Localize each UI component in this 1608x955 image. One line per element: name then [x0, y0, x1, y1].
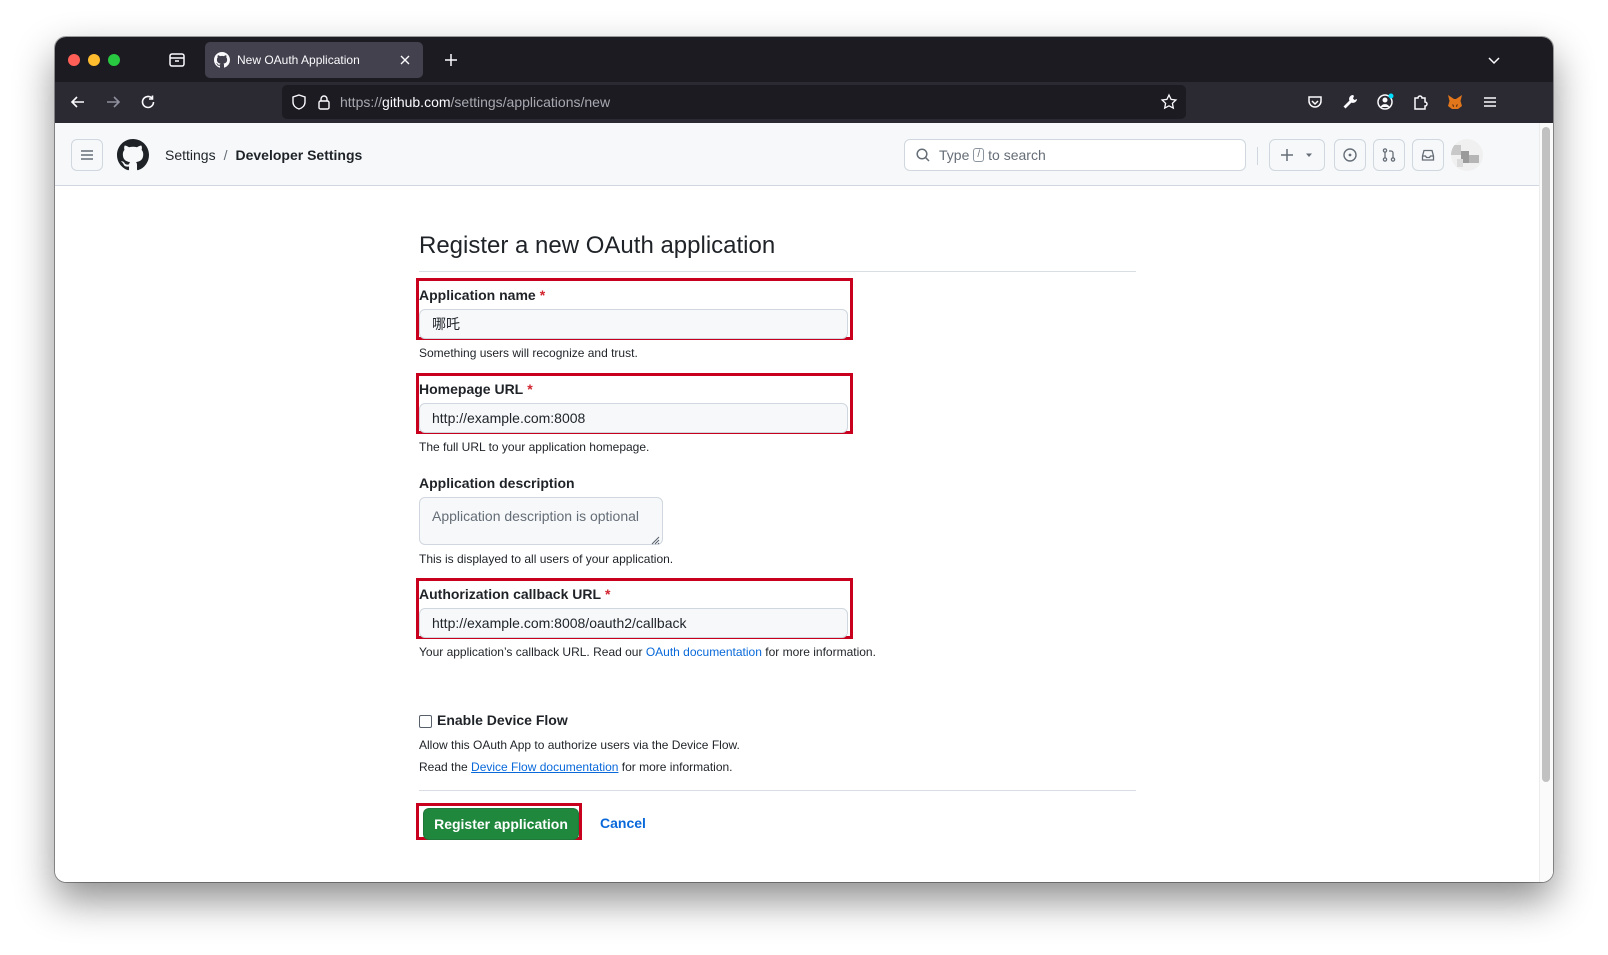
create-new-button[interactable] — [1269, 139, 1325, 171]
device-flow-documentation-link[interactable]: Device Flow documentation — [471, 760, 618, 774]
url-text: https://github.com/settings/applications… — [340, 94, 610, 110]
new-tab-icon[interactable] — [442, 51, 460, 69]
github-header: Settings / Developer Settings Type / to … — [55, 123, 1539, 186]
maximize-window-button[interactable] — [108, 54, 120, 66]
homepage-url-input[interactable]: http://example.com:8008 — [419, 403, 848, 433]
app-description-placeholder: Application description is optional — [432, 508, 640, 524]
list-all-tabs-icon[interactable] — [1485, 51, 1503, 69]
form-divider — [419, 790, 1136, 791]
pocket-icon[interactable] — [1305, 92, 1325, 112]
app-description-textarea[interactable]: Application description is optional — [419, 497, 663, 545]
app-name-label-text: Application name — [419, 287, 536, 303]
scrollbar-track[interactable] — [1539, 123, 1553, 882]
pull-requests-button[interactable] — [1373, 139, 1405, 171]
register-application-button[interactable]: Register application — [423, 808, 579, 840]
required-mark: * — [539, 287, 546, 303]
search-input[interactable]: Type / to search — [904, 139, 1246, 171]
breadcrumb: Settings / Developer Settings — [165, 147, 362, 163]
extensions-puzzle-icon[interactable] — [1410, 92, 1430, 112]
tab-bar: New OAuth Application — [55, 37, 1553, 82]
oauth-documentation-link[interactable]: OAuth documentation — [646, 645, 762, 659]
git-pull-request-icon — [1382, 148, 1396, 162]
inbox-button[interactable] — [1412, 139, 1444, 171]
github-favicon-icon — [214, 52, 230, 68]
app-name-value: 哪吒 — [432, 316, 460, 332]
forward-arrow-icon[interactable] — [103, 92, 123, 112]
device-flow-note-line2: Read the Device Flow documentation for m… — [419, 760, 733, 774]
hamburger-icon — [81, 150, 93, 160]
url-path: /settings/applications/new — [450, 94, 611, 110]
search-prefix-text: Type — [939, 147, 970, 163]
required-mark: * — [605, 586, 611, 602]
user-avatar[interactable] — [1451, 139, 1483, 171]
app-name-label: Application name * — [419, 287, 545, 303]
callback-url-label: Authorization callback URL * — [419, 586, 610, 602]
homepage-url-label: Homepage URL * — [419, 381, 533, 397]
cancel-link[interactable]: Cancel — [600, 815, 646, 831]
browser-window: New OAuth Application https://github.com… — [55, 37, 1553, 882]
url-scheme: https:// — [340, 94, 383, 110]
wrench-icon[interactable] — [1340, 92, 1360, 112]
global-nav-menu-button[interactable] — [71, 139, 103, 171]
homepage-url-value: http://example.com:8008 — [432, 410, 586, 426]
device-flow-note-before: Read the — [419, 760, 468, 774]
callback-url-note: Your application’s callback URL. Read ou… — [419, 645, 876, 659]
callback-url-input[interactable]: http://example.com:8008/oauth2/callback — [419, 608, 848, 638]
app-description-label: Application description — [419, 475, 575, 491]
search-shortcut-key: / — [973, 148, 985, 162]
github-logo-icon[interactable] — [117, 139, 149, 171]
app-name-note: Something users will recognize and trust… — [419, 346, 638, 360]
required-mark: * — [527, 381, 533, 397]
enable-device-flow-checkbox[interactable] — [419, 715, 432, 728]
inbox-icon — [1421, 149, 1435, 161]
address-bar[interactable]: https://github.com/settings/applications… — [282, 85, 1186, 119]
reload-icon[interactable] — [138, 92, 158, 112]
active-tab[interactable]: New OAuth Application — [205, 42, 423, 78]
page-viewport: Settings / Developer Settings Type / to … — [55, 123, 1553, 882]
breadcrumb-settings-link[interactable]: Settings — [165, 147, 216, 163]
app-menu-icon[interactable] — [1480, 92, 1500, 112]
account-icon[interactable] — [1375, 92, 1395, 112]
triangle-down-icon — [1306, 153, 1312, 157]
page-title: Register a new OAuth application — [419, 232, 1136, 272]
callback-url-label-text: Authorization callback URL — [419, 586, 602, 602]
homepage-url-note: The full URL to your application homepag… — [419, 440, 650, 454]
bookmark-star-icon[interactable] — [1160, 93, 1178, 111]
enable-device-flow-label[interactable]: Enable Device Flow — [437, 712, 568, 728]
close-window-button[interactable] — [68, 54, 80, 66]
tab-title: New OAuth Application — [237, 53, 360, 67]
app-description-note: This is displayed to all users of your a… — [419, 552, 674, 566]
breadcrumb-developer-settings-link[interactable]: Developer Settings — [235, 147, 362, 163]
callback-note-before: Your application’s callback URL. Read ou… — [419, 645, 643, 659]
callback-note-after: for more information. — [765, 645, 876, 659]
homepage-url-label-text: Homepage URL — [419, 381, 524, 397]
callback-url-value: http://example.com:8008/oauth2/callback — [432, 615, 687, 631]
app-name-input[interactable]: 哪吒 — [419, 309, 848, 339]
navigation-toolbar: https://github.com/settings/applications… — [55, 82, 1553, 123]
search-icon — [915, 147, 931, 163]
tab-overview-icon[interactable] — [167, 50, 187, 70]
tab-close-icon[interactable] — [397, 52, 413, 68]
device-flow-note-line1: Allow this OAuth App to authorize users … — [419, 738, 740, 752]
scrollbar-thumb[interactable] — [1542, 127, 1550, 782]
breadcrumb-separator: / — [223, 147, 228, 163]
plus-icon — [1281, 149, 1293, 161]
lock-icon[interactable] — [315, 93, 333, 111]
search-suffix-text: to search — [988, 147, 1046, 163]
resize-handle-icon[interactable] — [650, 532, 660, 545]
metamask-fox-icon[interactable] — [1445, 92, 1465, 112]
tracking-protection-shield-icon[interactable] — [290, 93, 308, 111]
back-arrow-icon[interactable] — [68, 92, 88, 112]
issues-button[interactable] — [1334, 139, 1366, 171]
url-host: github.com — [382, 94, 451, 110]
device-flow-note-after: for more information. — [621, 760, 733, 774]
minimize-window-button[interactable] — [88, 54, 100, 66]
header-divider — [1257, 147, 1258, 165]
issue-opened-icon — [1343, 148, 1357, 162]
